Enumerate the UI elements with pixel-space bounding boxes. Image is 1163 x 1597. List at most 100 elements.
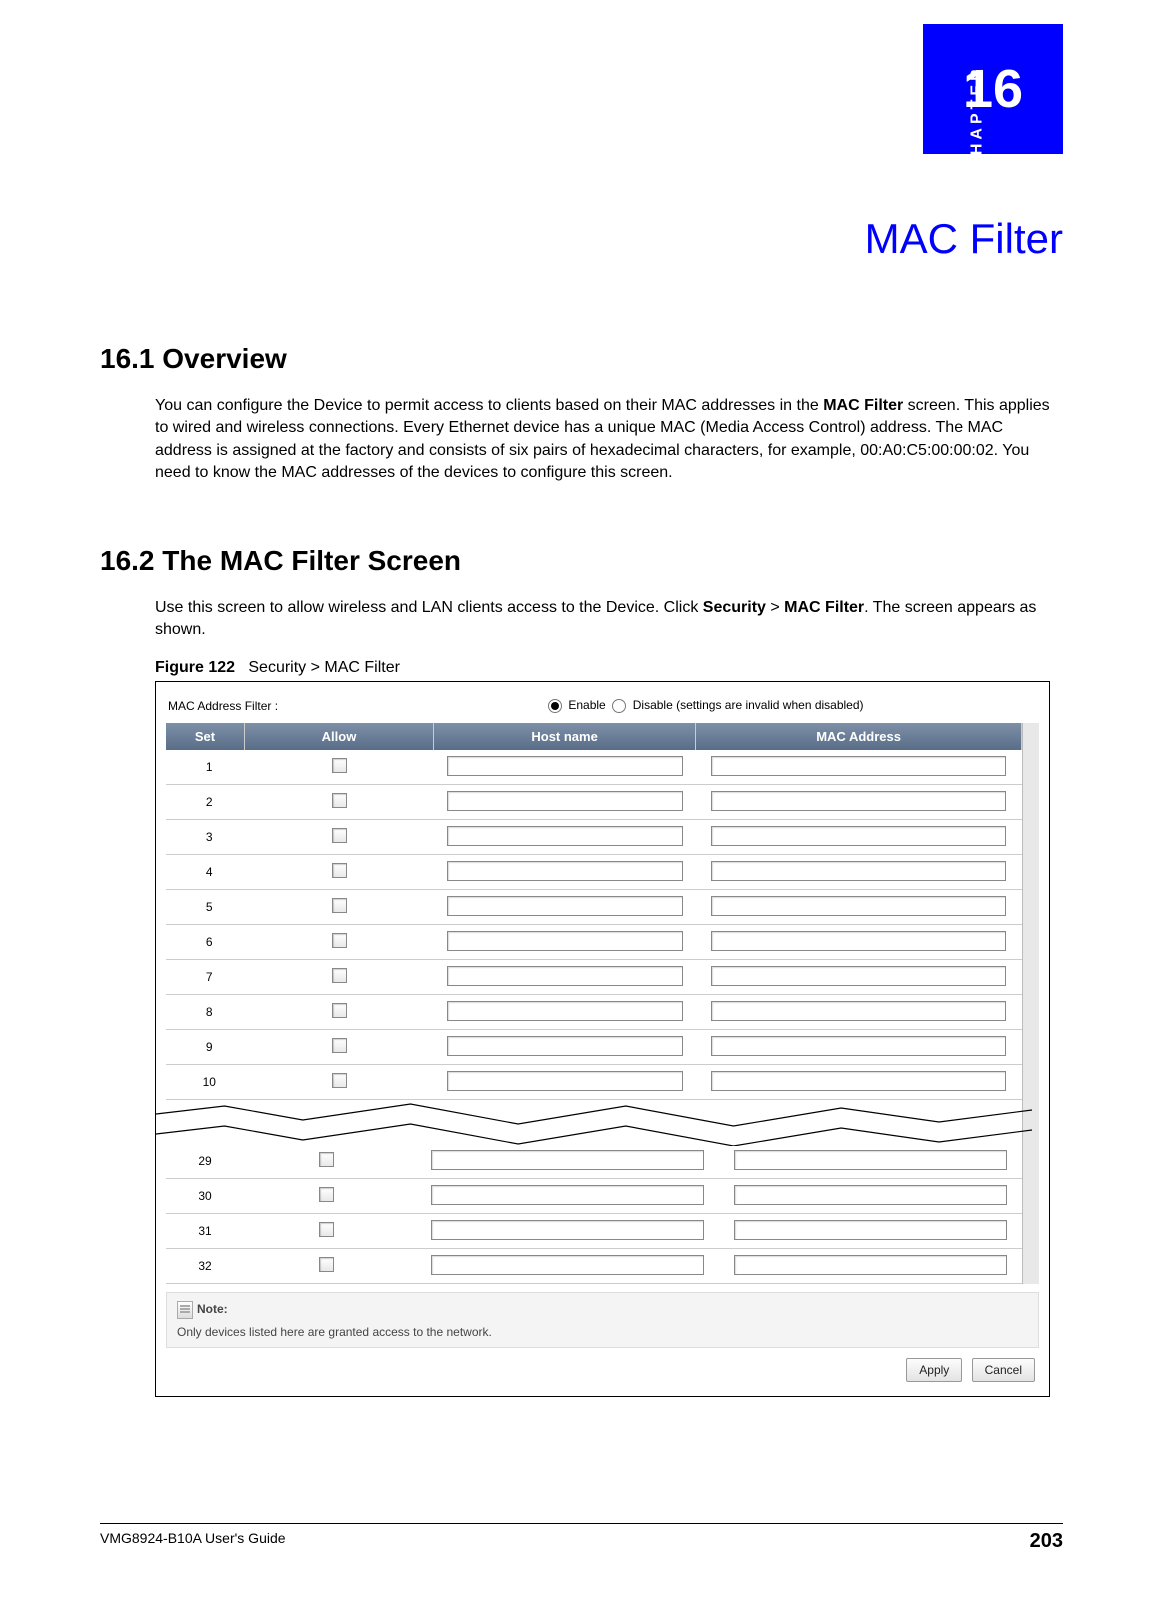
cell-host [416,1214,719,1249]
table-row: 7 [166,960,1022,995]
cell-allow [245,750,434,785]
cell-mac [696,995,1022,1030]
figure-caption-text: Security > MAC Filter [248,659,400,676]
cell-host [434,1030,696,1065]
allow-checkbox[interactable] [319,1187,334,1202]
hostname-input[interactable] [447,1036,683,1056]
text: You can configure the Device to permit a… [155,397,823,414]
cell-allow [245,820,434,855]
allow-checkbox[interactable] [319,1152,334,1167]
mac-input[interactable] [734,1185,1007,1205]
mac-input[interactable] [711,756,1005,776]
hostname-input[interactable] [447,861,683,881]
cell-host [434,855,696,890]
cell-allow [245,1065,434,1100]
hostname-input[interactable] [447,1071,683,1091]
allow-checkbox[interactable] [332,1038,347,1053]
cell-host [434,925,696,960]
allow-checkbox[interactable] [332,758,347,773]
col-set: Set [166,723,245,750]
cell-set: 29 [166,1144,236,1179]
mac-input[interactable] [711,1001,1005,1021]
mac-input[interactable] [734,1150,1007,1170]
table-row: 6 [166,925,1022,960]
hostname-input[interactable] [431,1150,704,1170]
cell-allow [245,925,434,960]
allow-checkbox[interactable] [319,1257,334,1272]
scrollbar[interactable] [1022,723,1039,1284]
cell-set: 5 [166,890,245,925]
mac-input[interactable] [711,931,1005,951]
allow-checkbox[interactable] [332,1003,347,1018]
mac-filter-table: Set Allow Host name MAC Address 12345678… [166,723,1022,1100]
mac-input[interactable] [711,791,1005,811]
cell-allow [245,960,434,995]
mac-input[interactable] [734,1255,1007,1275]
note-label: Note: [197,1302,228,1316]
screenshot-mac-filter: MAC Address Filter : Enable Disable (set… [155,681,1050,1397]
apply-button[interactable]: Apply [906,1358,962,1382]
cell-set: 32 [166,1249,236,1284]
hostname-input[interactable] [447,966,683,986]
footer-guide: VMG8924-B10A User's Guide [100,1530,286,1553]
hostname-input[interactable] [447,791,683,811]
chapter-title: MAC Filter [100,215,1063,263]
hostname-input[interactable] [447,896,683,916]
cell-allow [236,1144,416,1179]
table-row: 4 [166,855,1022,890]
cell-set: 3 [166,820,245,855]
cell-allow [245,995,434,1030]
hostname-input[interactable] [431,1255,704,1275]
table-row: 9 [166,1030,1022,1065]
allow-checkbox[interactable] [332,1073,347,1088]
hostname-input[interactable] [431,1185,704,1205]
cell-mac [696,785,1022,820]
cancel-button[interactable]: Cancel [972,1358,1035,1382]
mac-input[interactable] [711,966,1005,986]
paragraph-16-1: You can configure the Device to permit a… [155,395,1063,485]
allow-checkbox[interactable] [332,933,347,948]
chapter-word: CHAPTER [969,65,987,170]
cell-set: 6 [166,925,245,960]
col-mac: MAC Address [696,723,1022,750]
allow-checkbox[interactable] [332,863,347,878]
mac-input[interactable] [711,1071,1005,1091]
hostname-input[interactable] [431,1220,704,1240]
mac-input[interactable] [711,896,1005,916]
page-footer: VMG8924-B10A User's Guide 203 [100,1523,1063,1553]
cell-mac [696,750,1022,785]
bold: MAC Filter [784,599,864,616]
radio-enable[interactable]: Enable [548,698,606,713]
cell-allow [245,890,434,925]
cell-set: 7 [166,960,245,995]
allow-checkbox[interactable] [332,898,347,913]
allow-checkbox[interactable] [332,968,347,983]
radio-disable[interactable]: Disable (settings are invalid when disab… [612,698,863,713]
mac-input[interactable] [711,826,1005,846]
radio-disable-label: Disable (settings are invalid when disab… [633,698,864,712]
section-heading-16-2: 16.2 The MAC Filter Screen [100,545,1063,577]
bold: MAC Filter [823,397,903,414]
cell-mac [719,1214,1022,1249]
cell-allow [245,785,434,820]
hostname-input[interactable] [447,1001,683,1021]
allow-checkbox[interactable] [332,793,347,808]
allow-checkbox[interactable] [332,828,347,843]
figure-caption: Figure 122 Security > MAC Filter [155,659,1063,677]
table-row: 3 [166,820,1022,855]
hostname-input[interactable] [447,931,683,951]
allow-checkbox[interactable] [319,1222,334,1237]
col-host: Host name [434,723,696,750]
note-text: Only devices listed here are granted acc… [177,1325,1028,1339]
cell-host [416,1144,719,1179]
mac-input[interactable] [711,1036,1005,1056]
hostname-input[interactable] [447,826,683,846]
cell-allow [245,855,434,890]
hostname-input[interactable] [447,756,683,776]
cell-set: 10 [166,1065,245,1100]
text: Use this screen to allow wireless and LA… [155,599,703,616]
mac-input[interactable] [711,861,1005,881]
cell-allow [245,1030,434,1065]
mac-input[interactable] [734,1220,1007,1240]
cell-host [434,750,696,785]
